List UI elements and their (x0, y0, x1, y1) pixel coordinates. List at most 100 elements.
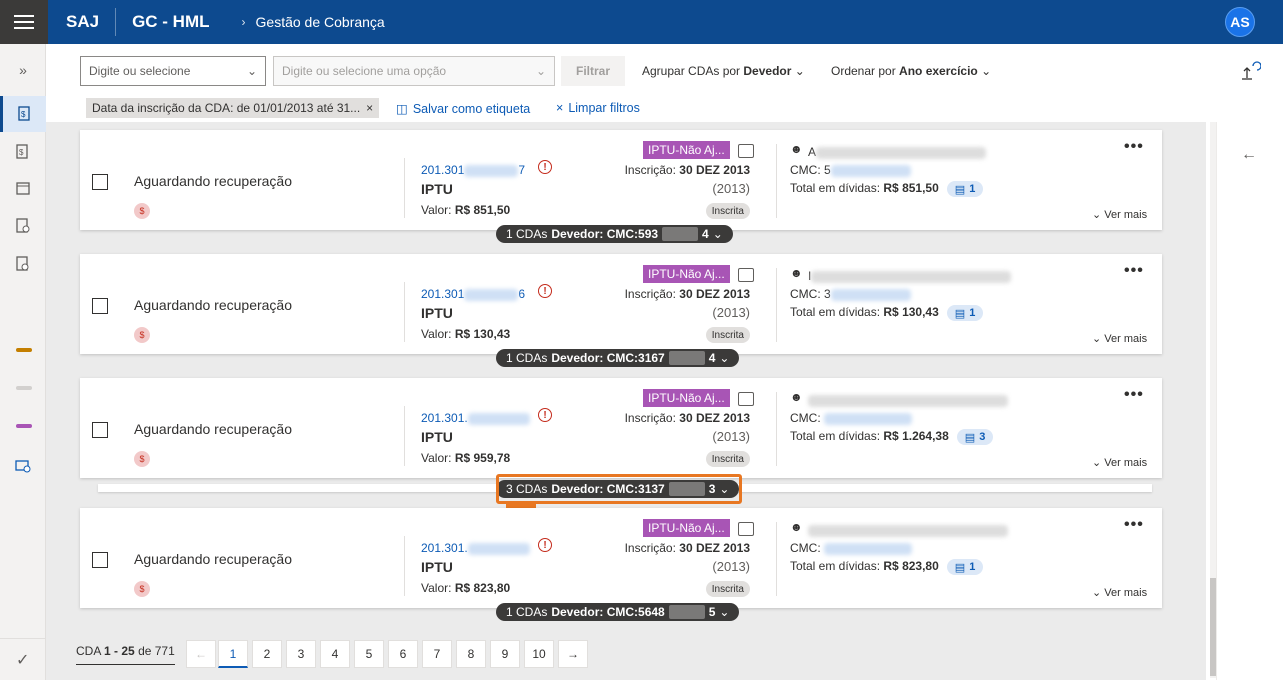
breadcrumb-item[interactable]: Gestão de Cobrança (256, 14, 385, 30)
cda-value-amount: R$ 851,50 (454, 203, 511, 217)
document-count-badge[interactable]: ▤ 1 (946, 181, 984, 197)
debtor-name[interactable] (808, 523, 1008, 537)
page-button-1[interactable]: 1 (218, 640, 248, 668)
user-avatar[interactable]: AS (1225, 7, 1255, 37)
page-button-7[interactable]: 7 (422, 640, 452, 668)
see-more-link[interactable]: ⌄ Ver mais (1092, 208, 1147, 221)
next-page-button[interactable]: → (558, 640, 588, 668)
more-options-icon[interactable]: ••• (1124, 262, 1144, 280)
cda-card[interactable]: Aguardando recuperação $ 201.301. ! IPTU… (80, 378, 1162, 478)
page-button-3[interactable]: 3 (286, 640, 316, 668)
iptu-tag[interactable]: IPTU-Não Aj... (643, 519, 730, 537)
highlight-box (496, 474, 742, 504)
nav-gray-tag-icon[interactable] (16, 386, 32, 390)
back-arrow-icon[interactable]: ← (1241, 146, 1257, 164)
document-count-badge[interactable]: ▤ 1 (946, 559, 984, 575)
nav-tag-add-icon[interactable] (0, 448, 46, 484)
brand-logo[interactable]: SAJ (48, 12, 115, 32)
debtor-name[interactable] (808, 393, 1008, 407)
page-button-6[interactable]: 6 (388, 640, 418, 668)
warning-icon[interactable]: ! (538, 160, 552, 174)
debtor-total: Total em dívidas: R$ 130,43 ▤ 1 (790, 305, 984, 321)
page-button-2[interactable]: 2 (252, 640, 282, 668)
document-count-badge[interactable]: ▤ 1 (946, 305, 984, 321)
export-icon[interactable] (1239, 60, 1262, 82)
more-options-icon[interactable]: ••• (1124, 386, 1144, 404)
see-more-link[interactable]: ⌄ Ver mais (1092, 456, 1147, 469)
group-by-value: Devedor (743, 64, 792, 78)
nav-document-icon[interactable]: $ (0, 134, 46, 170)
page-button-9[interactable]: 9 (490, 640, 520, 668)
see-more-label: Ver mais (1104, 457, 1148, 469)
warning-icon[interactable]: ! (538, 284, 552, 298)
document-count-badge[interactable]: ▤ 3 (956, 429, 994, 445)
chevron-down-icon: ⌄ (246, 64, 257, 78)
card-checkbox[interactable] (92, 422, 108, 438)
warning-icon[interactable]: ! (538, 408, 552, 422)
tag-icon: ◫ (396, 102, 408, 116)
nav-cda-icon[interactable]: $ (0, 96, 46, 132)
active-filter-chip-label: Data da inscrição da CDA: de 01/01/2013 … (92, 101, 361, 115)
debtor-name[interactable]: A (808, 145, 987, 159)
tag-add-icon[interactable] (738, 522, 754, 536)
page-button-5[interactable]: 5 (354, 640, 384, 668)
cda-number-link[interactable]: 201.301. (421, 541, 530, 555)
nav-clock-doc-icon[interactable] (0, 246, 46, 282)
exercise-year: (2013) (712, 559, 750, 574)
cda-number-link[interactable]: 201.301. (421, 411, 530, 425)
cda-number-link[interactable]: 201.301 7 (421, 163, 525, 177)
warning-icon[interactable]: ! (538, 538, 552, 552)
filter-select-1[interactable]: Digite ou selecione ⌄ (80, 56, 266, 86)
menu-icon[interactable] (0, 0, 48, 44)
see-more-link[interactable]: ⌄ Ver mais (1092, 586, 1147, 599)
pagination-info: CDA 1 - 25 de 771 (76, 644, 175, 665)
iptu-tag[interactable]: IPTU-Não Aj... (643, 265, 730, 283)
iptu-tag[interactable]: IPTU-Não Aj... (643, 141, 730, 159)
tag-add-icon[interactable] (738, 392, 754, 406)
redacted-block (830, 288, 911, 301)
debtor-group-pill[interactable]: 1 CDAs Devedor: CMC:3167 4 ⌄ (496, 349, 740, 367)
see-more-link[interactable]: ⌄ Ver mais (1092, 332, 1147, 345)
check-icon[interactable]: ✓ (16, 650, 29, 670)
clear-filters-link[interactable]: × Limpar filtros (556, 101, 640, 115)
inscription-label: Inscrição: (624, 411, 676, 425)
card-checkbox[interactable] (92, 174, 108, 190)
tag-add-icon[interactable] (738, 144, 754, 158)
page-button-8[interactable]: 8 (456, 640, 486, 668)
expand-nav-icon[interactable]: » (0, 52, 46, 88)
more-options-icon[interactable]: ••• (1124, 516, 1144, 534)
nav-orange-tag-icon[interactable] (16, 348, 32, 352)
card-divider (404, 282, 405, 342)
nav-purple-tag-icon[interactable] (16, 424, 32, 428)
total-amount: R$ 130,43 (883, 305, 939, 320)
nav-settings-doc-icon[interactable] (0, 208, 46, 244)
cda-card[interactable]: Aguardando recuperação $ 201.301 6 ! IPTU… (80, 254, 1162, 354)
more-options-icon[interactable]: ••• (1124, 138, 1144, 156)
active-filter-chip[interactable]: Data da inscrição da CDA: de 01/01/2013 … (86, 98, 380, 118)
filter-button[interactable]: Filtrar (561, 56, 625, 86)
nav-calendar-icon[interactable] (0, 170, 46, 206)
iptu-tag[interactable]: IPTU-Não Aj... (643, 389, 730, 407)
debtor-group-pill[interactable]: 1 CDAs Devedor: CMC:593 4 ⌄ (496, 225, 733, 243)
filter-select-2[interactable]: Digite ou selecione uma opção ⌄ (273, 56, 555, 86)
tag-add-icon[interactable] (738, 268, 754, 282)
cda-card[interactable]: Aguardando recuperação $ 201.301. ! IPTU… (80, 508, 1162, 608)
previous-page-button[interactable]: ← (186, 640, 216, 668)
order-by-dropdown[interactable]: Ordenar por Ano exercício ⌄ (831, 64, 991, 78)
redacted-block (811, 270, 1012, 283)
cda-number-link[interactable]: 201.301 6 (421, 287, 525, 301)
close-icon: × (556, 101, 564, 115)
page-button-4[interactable]: 4 (320, 640, 350, 668)
debtor-group-pill[interactable]: 1 CDAs Devedor: CMC:5648 5 ⌄ (496, 603, 740, 621)
filter-select-2-placeholder: Digite ou selecione uma opção (282, 64, 447, 78)
cda-card[interactable]: Aguardando recuperação $ 201.301 7 ! IPTU… (80, 130, 1162, 230)
card-checkbox[interactable] (92, 298, 108, 314)
cda-list: Aguardando recuperação $ 201.301 7 ! IPTU… (46, 122, 1206, 630)
debtor-name[interactable]: I (808, 269, 1012, 283)
close-icon[interactable]: × (366, 101, 373, 115)
group-by-dropdown[interactable]: Agrupar CDAs por Devedor ⌄ (642, 64, 805, 78)
pagination-total: de 771 (138, 644, 175, 658)
card-checkbox[interactable] (92, 552, 108, 568)
page-button-10[interactable]: 10 (524, 640, 554, 668)
save-tag-link[interactable]: ◫ Salvar como etiqueta (396, 101, 530, 117)
